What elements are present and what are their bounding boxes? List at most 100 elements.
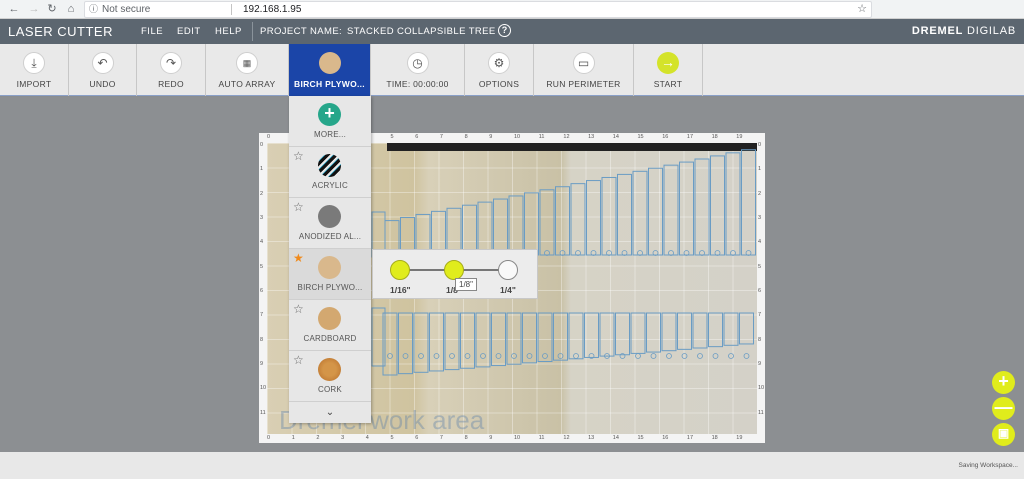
- favorite-star-icon[interactable]: ☆: [293, 353, 304, 367]
- thickness-option-1-4[interactable]: [498, 260, 518, 280]
- ruler-tick: 15: [637, 134, 644, 140]
- info-icon[interactable]: ⓘ: [89, 2, 98, 17]
- design-panel[interactable]: [739, 312, 754, 345]
- design-panel[interactable]: [477, 201, 493, 256]
- ruler-tick: 11: [538, 134, 545, 140]
- project-label: PROJECT NAME:: [260, 26, 343, 37]
- menu-edit[interactable]: EDIT: [177, 26, 201, 37]
- chevron-down-icon[interactable]: ⌄: [289, 402, 371, 423]
- favorite-star-icon[interactable]: ☆: [293, 200, 304, 214]
- design-panel[interactable]: [710, 155, 725, 256]
- design-panel[interactable]: [491, 312, 506, 367]
- design-panel[interactable]: [555, 186, 570, 256]
- design-panel[interactable]: [599, 312, 615, 357]
- options-button[interactable]: ⚙ OPTIONS: [465, 44, 534, 96]
- design-panel[interactable]: [553, 312, 568, 361]
- zoom-out-icon[interactable]: —: [992, 397, 1015, 420]
- design-panel[interactable]: [617, 173, 632, 256]
- forward-arrow-icon[interactable]: →: [26, 2, 42, 17]
- design-panel[interactable]: [741, 149, 756, 256]
- design-panel[interactable]: [630, 312, 646, 354]
- material-button[interactable]: BIRCH PLYWO...: [289, 44, 371, 96]
- material-item-anodized[interactable]: ☆ ANODIZED AL...: [289, 198, 371, 249]
- ruler-tick: 12: [563, 435, 570, 441]
- design-panel[interactable]: [586, 180, 601, 256]
- design-panel[interactable]: [568, 312, 584, 360]
- favorite-star-icon[interactable]: ☆: [293, 149, 304, 163]
- design-panel[interactable]: [537, 312, 553, 362]
- menu-file[interactable]: FILE: [141, 26, 163, 37]
- design-hole: [418, 353, 424, 359]
- material-more[interactable]: + MORE...: [289, 96, 371, 147]
- birch-swatch: [318, 256, 341, 279]
- design-panel[interactable]: [506, 312, 522, 365]
- design-panel[interactable]: [677, 312, 692, 350]
- favorite-star-icon[interactable]: ☆: [293, 302, 304, 316]
- design-panel[interactable]: [398, 312, 413, 375]
- ruler-tick: 1: [260, 166, 264, 173]
- auto-array-button[interactable]: ▦ AUTO ARRAY: [206, 44, 289, 96]
- material-item-acrylic[interactable]: ☆ ACRYLIC: [289, 147, 371, 198]
- design-hole: [743, 353, 750, 359]
- material-item-cardboard[interactable]: ☆ CARDBOARD: [289, 300, 371, 351]
- redo-button[interactable]: ↷ REDO: [137, 44, 206, 96]
- ruler-tick: 5: [758, 263, 762, 270]
- gear-icon: ⚙: [488, 52, 510, 74]
- design-panel[interactable]: [648, 167, 663, 256]
- design-panel[interactable]: [646, 312, 661, 353]
- design-panel[interactable]: [522, 312, 537, 364]
- design-panel[interactable]: [508, 195, 524, 256]
- thickness-option-1-16[interactable]: [390, 260, 410, 280]
- material-item-cork[interactable]: ☆ CORK: [289, 351, 371, 402]
- design-panel[interactable]: [460, 312, 475, 369]
- brand-bold: DREMEL: [911, 25, 964, 37]
- design-panel[interactable]: [570, 183, 586, 256]
- design-panel[interactable]: [661, 312, 677, 352]
- material-swatch-icon: [318, 52, 341, 74]
- design-panel[interactable]: [429, 312, 444, 372]
- ruler-tick: 10: [514, 435, 521, 441]
- favorite-star-filled-icon[interactable]: ★: [293, 251, 304, 265]
- design-panel[interactable]: [615, 312, 630, 356]
- start-button[interactable]: → START: [634, 44, 703, 96]
- design-panel[interactable]: [679, 161, 694, 256]
- status-bar: Saving Workspace...: [0, 452, 1024, 479]
- bookmark-star-icon[interactable]: ☆: [857, 2, 867, 17]
- design-panel[interactable]: [539, 189, 555, 256]
- design-panel[interactable]: [725, 152, 741, 256]
- address-bar[interactable]: ⓘ Not secure 192.168.1.95 ☆: [84, 1, 872, 18]
- zoom-in-icon[interactable]: +: [992, 371, 1015, 394]
- design-panel[interactable]: [444, 312, 460, 371]
- url-text: 192.168.1.95: [243, 4, 302, 15]
- design-panel[interactable]: [723, 312, 739, 346]
- back-arrow-icon[interactable]: ←: [6, 2, 22, 17]
- ruler-tick: 7: [439, 435, 443, 441]
- ruler-tick: 7: [758, 312, 762, 319]
- design-panel[interactable]: [584, 312, 599, 358]
- thickness-option-1-8[interactable]: [444, 260, 464, 280]
- help-icon[interactable]: ?: [498, 24, 511, 37]
- import-button[interactable]: ⤓ IMPORT: [0, 44, 69, 96]
- run-perimeter-button[interactable]: ▭ RUN PERIMETER: [534, 44, 634, 96]
- fit-view-icon[interactable]: ▣: [992, 423, 1015, 446]
- design-panel[interactable]: [462, 204, 477, 256]
- ruler-tick: 17: [686, 134, 694, 140]
- design-panel[interactable]: [524, 192, 539, 256]
- ruler-tick: 10: [260, 385, 267, 392]
- material-item-birch[interactable]: ★ BIRCH PLYWO...: [289, 249, 371, 300]
- reload-icon[interactable]: ↻: [44, 2, 60, 17]
- menu-help[interactable]: HELP: [215, 26, 242, 37]
- home-icon[interactable]: ⌂: [63, 2, 79, 17]
- design-panel[interactable]: [632, 170, 648, 256]
- design-panel[interactable]: [601, 176, 617, 256]
- design-panel[interactable]: [708, 312, 723, 348]
- design-panel[interactable]: [694, 158, 710, 256]
- design-panel[interactable]: [413, 312, 429, 373]
- undo-button[interactable]: ↶ UNDO: [69, 44, 137, 96]
- project-name[interactable]: STACKED COLLAPSIBLE TREE: [347, 26, 496, 37]
- design-panel[interactable]: [493, 198, 508, 256]
- design-panel[interactable]: [446, 207, 462, 256]
- undo-icon: ↶: [91, 52, 114, 74]
- design-panel[interactable]: [692, 312, 708, 349]
- design-panel[interactable]: [663, 164, 679, 256]
